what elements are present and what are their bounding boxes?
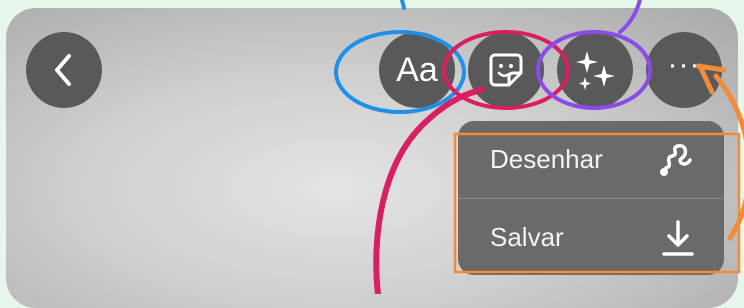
- sticker-icon: [489, 53, 523, 87]
- menu-item-label: Salvar: [490, 222, 564, 252]
- menu-item-draw[interactable]: Desenhar: [458, 121, 724, 198]
- more-options-menu: Desenhar Salvar: [458, 121, 724, 275]
- back-button[interactable]: [26, 32, 102, 108]
- text-tool-label: Aa: [396, 50, 438, 89]
- sparkles-icon: [576, 51, 615, 90]
- menu-item-label: Desenhar: [490, 144, 603, 174]
- text-tool-button[interactable]: Aa: [379, 32, 455, 108]
- effects-button[interactable]: [557, 32, 633, 108]
- chevron-left-icon: [55, 54, 71, 86]
- download-icon: [660, 218, 696, 258]
- story-editor-screen: Aa ··· Desenhar Salvar: [6, 8, 738, 308]
- menu-item-save[interactable]: Salvar: [458, 199, 724, 275]
- ellipsis-icon: ···: [667, 48, 701, 81]
- blue-annotation-stroke: [400, 0, 406, 10]
- draw-squiggle-icon: [656, 140, 696, 180]
- sticker-button[interactable]: [468, 32, 544, 108]
- more-options-button[interactable]: ···: [646, 32, 722, 108]
